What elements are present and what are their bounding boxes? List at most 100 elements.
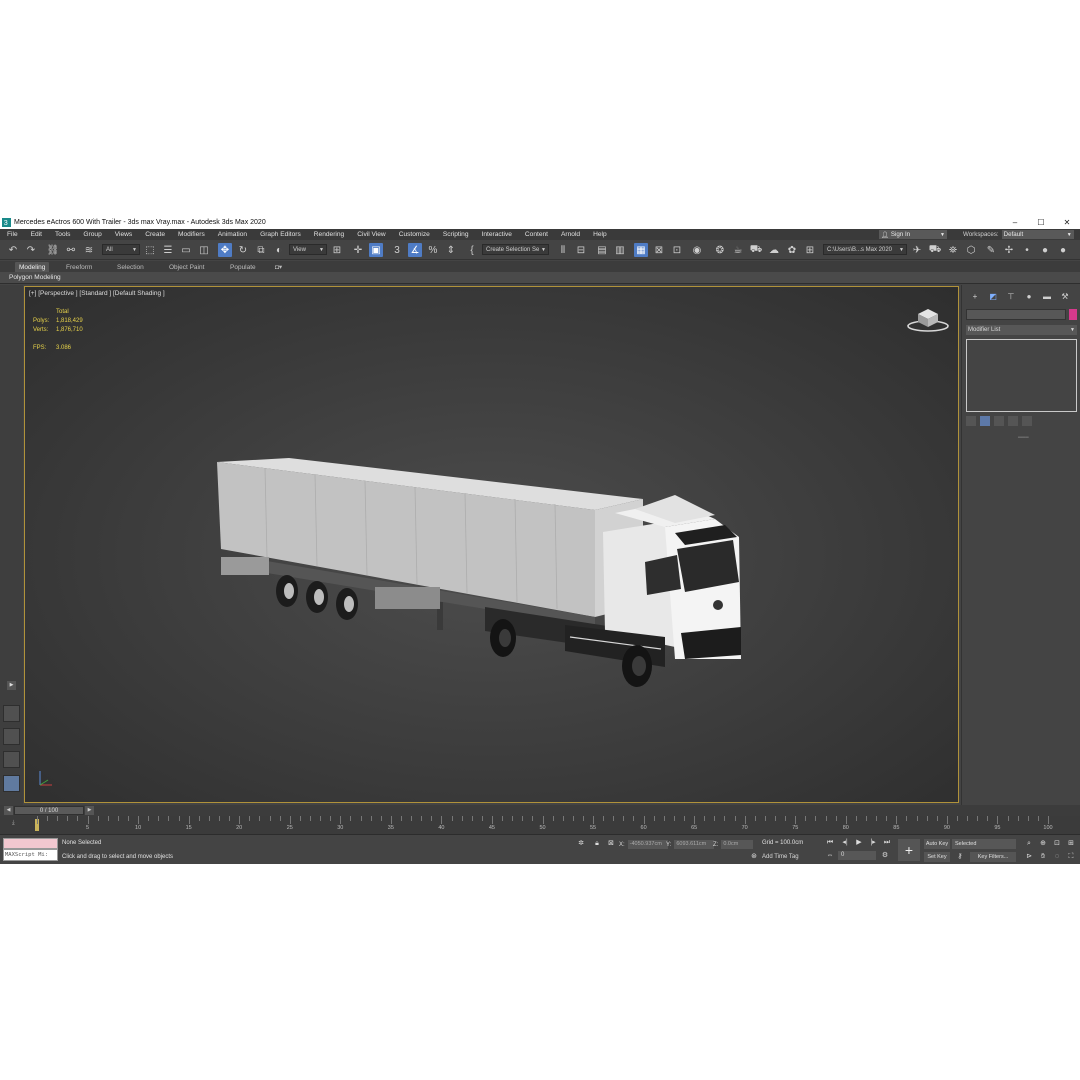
menu-content[interactable]: Content	[518, 231, 554, 238]
scene-explorer-icon[interactable]: ▤	[595, 243, 609, 257]
selection-lock-icon[interactable]: 🔒︎	[592, 839, 602, 849]
polygon-modeling-label[interactable]: Polygon Modeling	[9, 274, 61, 281]
tab-freeform[interactable]: Freeform	[66, 262, 92, 272]
set-key-button[interactable]: Set Key	[924, 852, 950, 862]
time-slider[interactable]: 0 / 100	[14, 806, 84, 815]
select-and-move-icon[interactable]: ✥	[218, 243, 232, 257]
ribbon-options-icon[interactable]: ◘▾	[275, 262, 282, 272]
menu-graph-editors[interactable]: Graph Editors	[253, 231, 307, 238]
object-name-field[interactable]	[966, 309, 1066, 320]
bind-space-warp-icon[interactable]: ≋	[82, 243, 96, 257]
close-button[interactable]: ✕	[1054, 216, 1080, 229]
tab-populate[interactable]: Populate	[230, 262, 256, 272]
minimize-button[interactable]: –	[1002, 216, 1028, 229]
auto-key-button[interactable]: Auto Key	[924, 839, 950, 849]
pan-view-icon[interactable]: ✋︎	[1038, 852, 1048, 862]
workspaces-dropdown[interactable]: Default ▼	[1001, 230, 1074, 239]
menu-civil-view[interactable]: Civil View	[350, 231, 391, 238]
absolute-mode-icon[interactable]: ⊠	[606, 839, 616, 849]
key-mode-dropdown[interactable]: Selected	[952, 839, 1016, 849]
object-color-swatch[interactable]	[1069, 309, 1077, 320]
tab-object-paint[interactable]: Object Paint	[169, 262, 204, 272]
orbit-icon[interactable]: ◌	[1052, 852, 1062, 862]
perspective-viewport[interactable]: [+] [Perspective ] [Standard ] [Default …	[24, 286, 959, 803]
create-tab-icon[interactable]: +	[966, 290, 984, 302]
menu-modifiers[interactable]: Modifiers	[171, 231, 211, 238]
spinner-snap-icon[interactable]: ⇕	[444, 243, 458, 257]
menu-interactive[interactable]: Interactive	[475, 231, 518, 238]
go-to-end-icon[interactable]: ⏭	[882, 838, 892, 848]
menu-edit[interactable]: Edit	[24, 231, 48, 238]
edit-named-selection-icon[interactable]: {	[465, 243, 479, 257]
motion-tab-icon[interactable]: ●	[1020, 290, 1038, 302]
mirror-icon[interactable]: ⫴	[556, 243, 570, 257]
select-manipulate-icon[interactable]: ✛	[351, 243, 365, 257]
tab-selection[interactable]: Selection	[117, 262, 144, 272]
tab-modeling[interactable]: Modeling	[15, 262, 50, 272]
pivot-center-icon[interactable]: ⊞	[330, 243, 344, 257]
menu-views[interactable]: Views	[108, 231, 138, 238]
sign-in-dropdown[interactable]: 👤︎ Sign In ▼	[879, 230, 947, 239]
configure-modifier-sets-icon[interactable]	[1022, 416, 1032, 426]
utilities-tab-icon[interactable]: ⚒	[1056, 290, 1074, 302]
previous-key-icon[interactable]: ◂|	[840, 838, 850, 848]
key-filters-button[interactable]: Key Filters...	[970, 852, 1016, 862]
next-key-icon[interactable]: |▸	[868, 838, 878, 848]
render-production-icon[interactable]: ⛟	[749, 243, 763, 257]
play-icon[interactable]: ▶	[854, 838, 864, 848]
keyboard-shortcut-override-icon[interactable]: ▣	[369, 243, 383, 257]
window-crossing-icon[interactable]: ◫	[197, 243, 211, 257]
display-tab-icon[interactable]: ▬	[1038, 290, 1056, 302]
vray-render-icon[interactable]: ✿	[785, 243, 799, 257]
maximize-viewport-icon[interactable]: ⛶	[1066, 852, 1076, 862]
render-setup-icon[interactable]: ❂	[713, 243, 727, 257]
make-unique-icon[interactable]	[994, 416, 1004, 426]
x-value[interactable]: -4050.937cm	[627, 840, 668, 849]
named-selection-sets-dropdown[interactable]: Create Selection Se ▼	[482, 244, 549, 255]
layout-tab-4[interactable]	[3, 775, 20, 792]
maxscript-listener[interactable]: MAXScript Mi:	[3, 838, 58, 862]
reference-coordinate-dropdown[interactable]: View ▼	[289, 244, 327, 255]
add-time-tag[interactable]: Add Time Tag	[762, 854, 799, 860]
expand-arrow-icon[interactable]: ▶	[7, 681, 16, 690]
panel-divider[interactable]: ═══	[1018, 435, 1029, 441]
layer-explorer-icon[interactable]: ▥	[613, 243, 627, 257]
snaps-toggle-icon[interactable]: 3	[390, 243, 404, 257]
isolate-selection-icon[interactable]: ✲	[576, 839, 586, 849]
zoom-extents-all-icon[interactable]: ⊞	[1066, 839, 1076, 849]
menu-rendering[interactable]: Rendering	[307, 231, 350, 238]
key-filter-icon[interactable]: ⤓	[12, 820, 15, 827]
maxscript-output[interactable]	[3, 838, 58, 849]
brush-icon[interactable]: ✎	[984, 243, 998, 257]
set-keys-button[interactable]: +	[898, 839, 920, 861]
previous-frame-icon[interactable]: ◀	[4, 806, 13, 815]
render-in-cloud-icon[interactable]: ☁	[767, 243, 781, 257]
zoom-icon[interactable]: ⌕	[1024, 839, 1034, 849]
open-folder-icon[interactable]: ⛯	[946, 243, 960, 257]
modify-tab-icon[interactable]: ◩	[984, 290, 1002, 302]
menu-customize[interactable]: Customize	[392, 231, 436, 238]
key-icon[interactable]: ⚷	[955, 852, 965, 862]
truck-trailer-model[interactable]	[25, 287, 959, 803]
time-tag-icon[interactable]: ⊛	[749, 852, 759, 862]
y-value[interactable]: 6093.611cm	[674, 840, 715, 849]
align-icon[interactable]: ⊟	[574, 243, 588, 257]
redo-icon[interactable]: ↷	[24, 243, 38, 257]
percent-snap-icon[interactable]: %	[426, 243, 440, 257]
move-tool-icon[interactable]: ✢	[1002, 243, 1016, 257]
modifier-list-dropdown[interactable]: Modifier List ▼	[966, 325, 1077, 335]
set-project-icon[interactable]: ⛟	[928, 243, 942, 257]
select-and-rotate-icon[interactable]: ↻	[236, 243, 250, 257]
unlink-icon[interactable]: ⚯	[64, 243, 78, 257]
vray-frame-buffer-icon[interactable]: ⊞	[803, 243, 817, 257]
show-end-result-icon[interactable]	[980, 416, 990, 426]
menu-group[interactable]: Group	[76, 231, 107, 238]
remove-modifier-icon[interactable]	[1008, 416, 1018, 426]
track-bar[interactable]: ⤓ 5 10 15 20 25 30 35 40 45 50 55 60 65 70 75 80 85 90 95 1…	[0, 816, 1080, 834]
menu-create[interactable]: Create	[138, 231, 171, 238]
menu-tools[interactable]: Tools	[48, 231, 76, 238]
schematic-view-icon[interactable]: ⊡	[670, 243, 684, 257]
zoom-extents-icon[interactable]: ⊡	[1052, 839, 1062, 849]
zoom-all-icon[interactable]: ⊕	[1038, 839, 1048, 849]
key-mode-toggle-icon[interactable]: ⇔	[825, 851, 835, 861]
